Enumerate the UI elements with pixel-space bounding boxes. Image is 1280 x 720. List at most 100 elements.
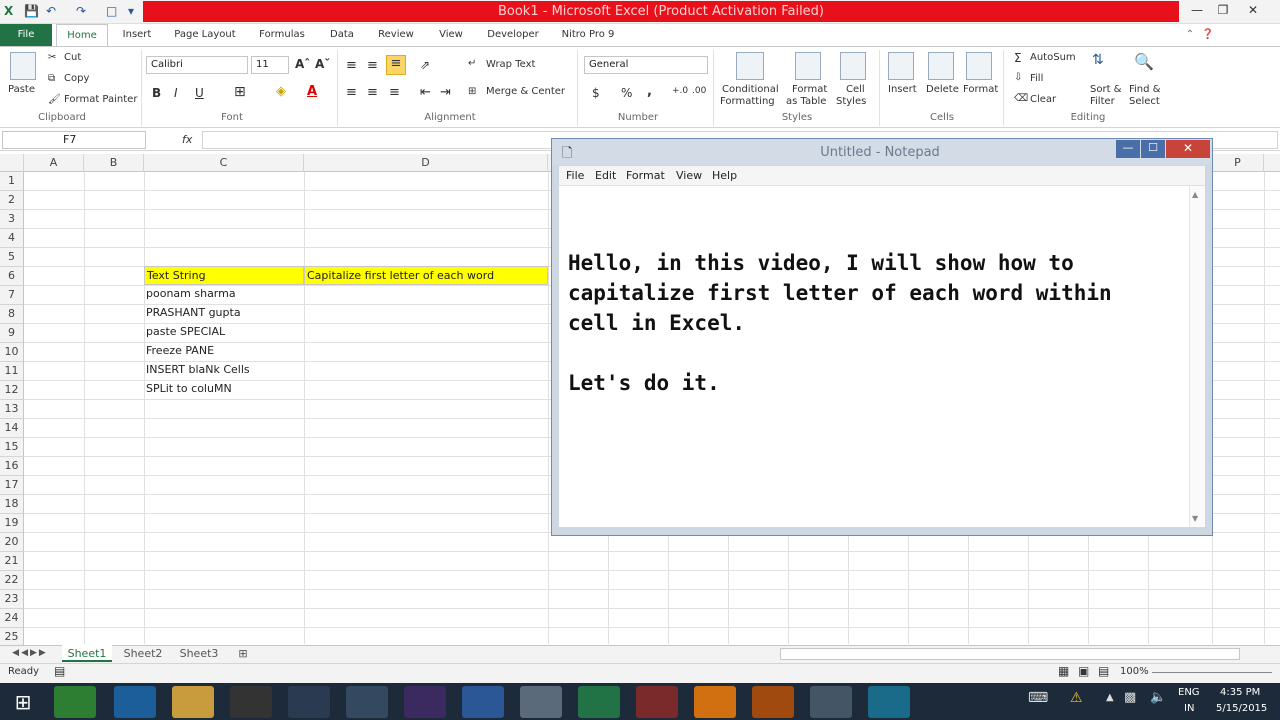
name-box[interactable]: F7	[2, 131, 146, 149]
sheet-nav-icon[interactable]: ◀◀▶▶	[4, 645, 56, 662]
show-hidden-icons-icon[interactable]: ▲	[1106, 692, 1114, 703]
paste-button[interactable]: Paste	[8, 84, 35, 95]
orientation-icon[interactable]: ⇗	[420, 58, 430, 72]
format-cells-button[interactable]: Format	[963, 84, 998, 95]
notepad-taskbar-icon[interactable]	[520, 686, 562, 718]
tab-home[interactable]: Home	[56, 24, 108, 47]
snipping-icon[interactable]	[636, 686, 678, 718]
conditional-formatting-line1[interactable]: Conditional	[722, 84, 779, 95]
row-header-9[interactable]: 9	[0, 324, 24, 343]
new-sheet-icon[interactable]: ⊞	[232, 645, 254, 662]
wrap-text-button[interactable]: Wrap Text	[486, 59, 535, 70]
row-header-23[interactable]: 23	[0, 590, 24, 609]
recorder-icon[interactable]	[868, 686, 910, 718]
clear-button[interactable]: Clear	[1030, 94, 1056, 105]
language-line1[interactable]: ENG	[1178, 687, 1200, 698]
font-size-select[interactable]: 11	[251, 56, 289, 74]
row-header-21[interactable]: 21	[0, 552, 24, 571]
insert-function-button[interactable]: fx	[182, 133, 192, 146]
decrease-decimal-icon[interactable]: .00	[692, 86, 706, 96]
bold-button[interactable]: B	[152, 86, 161, 100]
insert-cells-button[interactable]: Insert	[888, 84, 917, 95]
cell-styles-line1[interactable]: Cell	[846, 84, 865, 95]
row-header-3[interactable]: 3	[0, 210, 24, 229]
scroll-down-icon[interactable]: ▼	[1192, 514, 1198, 523]
row-header-19[interactable]: 19	[0, 514, 24, 533]
row-header-18[interactable]: 18	[0, 495, 24, 514]
notepad-text-area[interactable]: Hello, in this video, I will show how to…	[559, 186, 1189, 527]
align-bottom-icon[interactable]: ≡	[386, 55, 406, 75]
cell-c12[interactable]: SPLit to coluMN	[144, 380, 304, 399]
align-top-icon[interactable]: ≡	[346, 58, 357, 73]
redo-icon[interactable]: ↷	[76, 3, 96, 19]
cell-c8[interactable]: PRASHANT gupta	[144, 304, 304, 323]
zoom-level[interactable]: 100%	[1120, 666, 1149, 677]
cell-c11[interactable]: INSERT blaNk Cells	[144, 361, 304, 380]
align-right-icon[interactable]: ≡	[389, 85, 400, 100]
format-as-table-line2[interactable]: as Table	[786, 96, 826, 107]
sort-filter-line2[interactable]: Filter	[1090, 96, 1115, 107]
fill-color-icon[interactable]: ◈	[276, 84, 286, 99]
help-icon[interactable]: ❓	[1200, 24, 1216, 46]
copy-button[interactable]: Copy	[64, 73, 89, 84]
network-icon[interactable]: ▩	[1124, 690, 1136, 705]
word-icon[interactable]	[462, 686, 504, 718]
collapse-ribbon-icon[interactable]: ⌃	[1182, 24, 1198, 46]
keyboard-icon[interactable]: ⌨	[1028, 690, 1048, 706]
align-center-icon[interactable]: ≡	[367, 85, 378, 100]
row-header-14[interactable]: 14	[0, 419, 24, 438]
row-header-15[interactable]: 15	[0, 438, 24, 457]
row-header-17[interactable]: 17	[0, 476, 24, 495]
photo-app-icon[interactable]	[404, 686, 446, 718]
shrink-font-icon[interactable]: Aˇ	[315, 57, 330, 71]
tab-view[interactable]: View	[430, 24, 472, 46]
cell-d6[interactable]: Capitalize first letter of each word	[304, 266, 548, 285]
row-header-1[interactable]: 1	[0, 172, 24, 191]
row-header-5[interactable]: 5	[0, 248, 24, 267]
hp-icon[interactable]	[288, 686, 330, 718]
borders-icon[interactable]: ⊞	[234, 84, 246, 100]
tab-developer[interactable]: Developer	[482, 24, 544, 46]
normal-view-icon[interactable]: ▦	[1058, 664, 1069, 678]
tab-page-layout[interactable]: Page Layout	[170, 24, 240, 46]
tab-nitro-pro[interactable]: Nitro Pro 9	[556, 24, 620, 46]
col-header-p[interactable]: P	[1212, 154, 1264, 172]
col-header-c[interactable]: C	[144, 154, 304, 172]
minimize-icon[interactable]: —	[1184, 0, 1210, 20]
store-icon[interactable]	[54, 686, 96, 718]
row-header-8[interactable]: 8	[0, 305, 24, 324]
restore-icon[interactable]: ❐	[1210, 0, 1236, 20]
grow-font-icon[interactable]: Aˆ	[295, 57, 310, 71]
zoom-slider[interactable]	[1152, 672, 1272, 673]
percent-button[interactable]: %	[621, 86, 632, 100]
clock-time[interactable]: 4:35 PM	[1220, 687, 1260, 698]
outlook-icon[interactable]	[694, 686, 736, 718]
notepad-menu-file[interactable]: File	[566, 166, 584, 186]
page-break-view-icon[interactable]: ▤	[1098, 664, 1109, 678]
notepad-menu-edit[interactable]: Edit	[595, 166, 616, 186]
sheet-tab-1[interactable]: Sheet1	[62, 645, 112, 662]
comma-button[interactable]: ,	[647, 84, 652, 99]
action-center-icon[interactable]: ⚠	[1070, 690, 1083, 706]
volume-icon[interactable]: 🔈	[1150, 690, 1166, 705]
tab-file[interactable]: File	[0, 24, 52, 46]
row-header-11[interactable]: 11	[0, 362, 24, 381]
row-header-4[interactable]: 4	[0, 229, 24, 248]
autosum-button[interactable]: AutoSum	[1030, 52, 1076, 63]
tab-review[interactable]: Review	[372, 24, 420, 46]
increase-decimal-icon[interactable]: +.0	[672, 86, 688, 96]
row-header-24[interactable]: 24	[0, 609, 24, 628]
col-header-b[interactable]: B	[84, 154, 144, 172]
font-name-select[interactable]: Calibri	[146, 56, 248, 74]
font-color-icon[interactable]: A	[307, 84, 317, 99]
file-explorer-icon[interactable]	[172, 686, 214, 718]
col-header-a[interactable]: A	[24, 154, 84, 172]
scroll-up-icon[interactable]: ▲	[1192, 190, 1198, 199]
close-icon[interactable]: ✕	[1240, 0, 1266, 20]
format-as-table-line1[interactable]: Format	[792, 84, 827, 95]
find-select-line2[interactable]: Select	[1129, 96, 1160, 107]
sort-filter-line1[interactable]: Sort &	[1090, 84, 1121, 95]
internet-explorer-icon[interactable]	[114, 686, 156, 718]
row-header-20[interactable]: 20	[0, 533, 24, 552]
undo-icon[interactable]: ↶	[46, 3, 66, 19]
